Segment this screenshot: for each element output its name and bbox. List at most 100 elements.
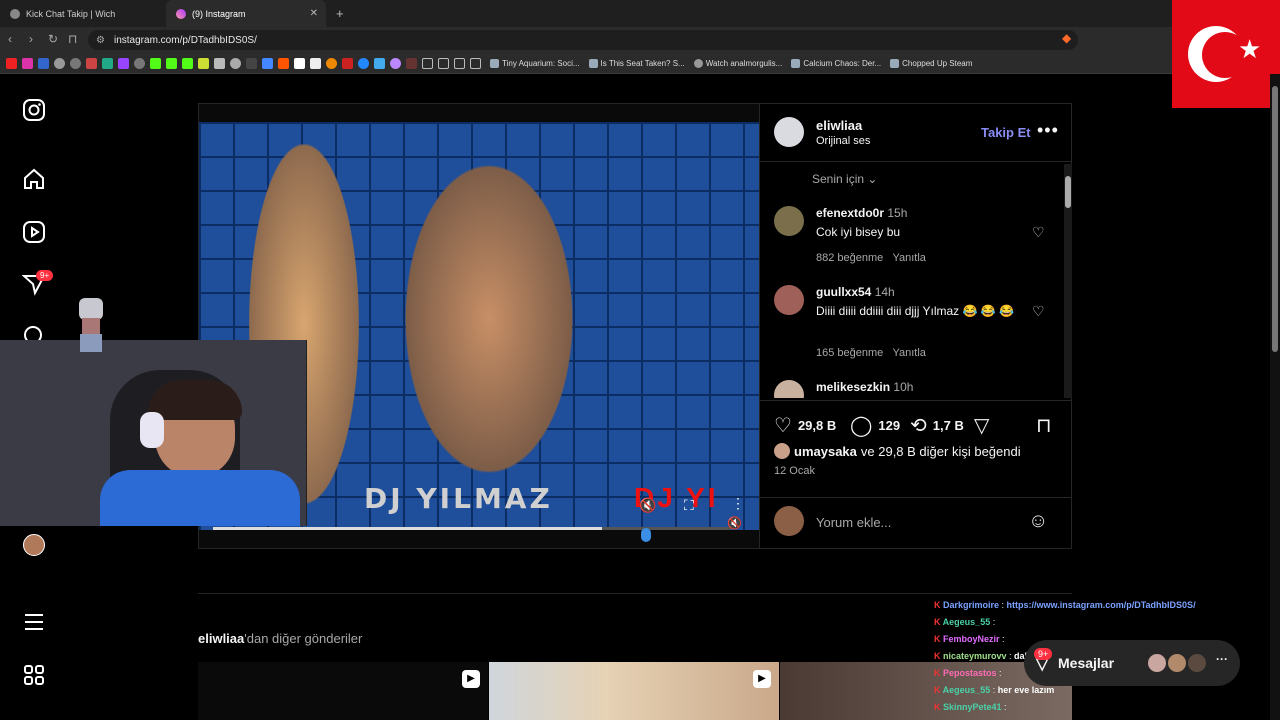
- bookmark-steam-3[interactable]: Calcium Chaos: Der...: [791, 58, 881, 68]
- steam-bookmark-icon[interactable]: [230, 57, 241, 69]
- x-bookmark-icon[interactable]: [246, 57, 257, 69]
- chat-username[interactable]: nicateymurovv: [943, 651, 1007, 661]
- follow-button[interactable]: Takip Et: [981, 125, 1031, 140]
- folder-icon[interactable]: [470, 57, 481, 69]
- extension-bookmark-icon[interactable]: [198, 57, 209, 69]
- post-thumbnail[interactable]: ▶: [198, 662, 488, 720]
- video-progress-handle[interactable]: [641, 528, 651, 542]
- commenter-avatar[interactable]: [774, 206, 804, 236]
- chat-username[interactable]: SkinnyPete41: [943, 702, 1002, 712]
- comment-likes[interactable]: 882 beğenme: [816, 252, 883, 264]
- also-from-meta-icon[interactable]: [22, 663, 46, 687]
- reply-button[interactable]: Yanıtla: [892, 252, 925, 264]
- more-options-icon[interactable]: ⋮: [731, 495, 745, 512]
- kick-dark-bookmark-icon[interactable]: [406, 57, 417, 69]
- browser-tab[interactable]: Kick Chat Takip | Wich: [0, 0, 165, 27]
- instagram-logo-icon[interactable]: [22, 98, 46, 122]
- divider: [198, 593, 1072, 594]
- browser-tab-active[interactable]: (9) Instagram ✕: [166, 0, 326, 27]
- home-icon[interactable]: [22, 167, 46, 191]
- reels-icon[interactable]: [22, 220, 46, 244]
- chat-username[interactable]: FemboyNezir: [943, 634, 1000, 644]
- youtube-bookmark-icon[interactable]: [6, 57, 17, 69]
- close-tab-icon[interactable]: ✕: [310, 8, 318, 19]
- bookmark-steam-4[interactable]: Chopped Up Steam: [890, 58, 972, 68]
- liked-by-user[interactable]: umaysaka: [794, 444, 857, 459]
- back-icon[interactable]: ‹: [8, 32, 12, 46]
- kick-bookmark-icon[interactable]: [182, 57, 193, 69]
- globe-bookmark-icon[interactable]: [54, 57, 65, 69]
- folder-icon[interactable]: [454, 57, 465, 69]
- like-comment-icon[interactable]: ♡: [1032, 224, 1045, 241]
- like-comment-icon[interactable]: ♡: [1032, 303, 1045, 320]
- translate-bookmark-icon[interactable]: [38, 57, 49, 69]
- chat-username[interactable]: Aegeus_55: [943, 617, 991, 627]
- profile-avatar[interactable]: [23, 534, 45, 556]
- liked-by-rest[interactable]: ve 29,8 B diğer kişi beğendi: [861, 444, 1021, 459]
- chat-username[interactable]: Pepostastos: [943, 668, 997, 678]
- bookmark-steam-2[interactable]: Is This Seat Taken? S...: [588, 58, 685, 68]
- globe-bookmark-icon[interactable]: [70, 57, 81, 69]
- save-button[interactable]: ⊓: [1036, 413, 1052, 438]
- kick-bookmark-icon[interactable]: [166, 57, 177, 69]
- messages-button[interactable]: ▽ Mesajlar ···: [1024, 640, 1240, 686]
- forward-icon[interactable]: ›: [29, 32, 33, 46]
- folder-icon[interactable]: [438, 57, 449, 69]
- coin-bookmark-icon[interactable]: [326, 57, 337, 69]
- page-scrollbar-thumb[interactable]: [1272, 86, 1278, 352]
- chat-text[interactable]: https://www.instagram.com/p/DTadhbIDS0S/: [1007, 600, 1196, 610]
- kick-bookmark-icon[interactable]: [150, 57, 161, 69]
- reply-button[interactable]: Yanıtla: [892, 347, 925, 359]
- commenter-avatar[interactable]: [774, 380, 804, 398]
- volume-muted-icon[interactable]: 🔇: [727, 516, 742, 530]
- anchor-bookmark-icon[interactable]: [214, 57, 225, 69]
- new-tab-icon[interactable]: +: [336, 6, 344, 21]
- twitch-bookmark-icon[interactable]: [118, 57, 129, 69]
- reload-icon[interactable]: ↻: [48, 32, 58, 46]
- comment-input[interactable]: Yorum ekle...: [816, 515, 891, 530]
- bookmark-video[interactable]: Watch analmorgulis...: [693, 58, 782, 68]
- author-avatar[interactable]: [774, 117, 804, 147]
- instagram-bookmark-icon[interactable]: [22, 57, 33, 69]
- chat-username[interactable]: Darkgrimoire: [943, 600, 999, 610]
- gmail-bookmark-icon[interactable]: [86, 57, 97, 69]
- menu-icon[interactable]: [22, 610, 46, 634]
- more-options-icon[interactable]: •••: [1037, 120, 1059, 141]
- paribu-bookmark-icon[interactable]: [374, 57, 385, 69]
- discord-bookmark-icon[interactable]: [262, 57, 273, 69]
- reddit-bookmark-icon[interactable]: [278, 57, 289, 69]
- fullscreen-icon[interactable]: ⛶: [684, 497, 694, 514]
- folder-icon[interactable]: [422, 57, 433, 69]
- scrollbar-thumb[interactable]: [1065, 176, 1071, 208]
- emoji-icon[interactable]: ☺: [1028, 510, 1048, 533]
- paypal-bookmark-icon[interactable]: [294, 57, 305, 69]
- bookmark-steam-1[interactable]: Tiny Aquarium: Soci...: [490, 58, 580, 68]
- drive-bookmark-icon[interactable]: [102, 57, 113, 69]
- more-posts-author[interactable]: eliwliaa: [198, 631, 244, 646]
- circle-bookmark-icon[interactable]: [390, 57, 401, 69]
- globe-bookmark-icon[interactable]: [134, 57, 145, 69]
- comment-button[interactable]: ◯ 129: [850, 413, 900, 438]
- comments-scrollbar[interactable]: [1064, 164, 1072, 398]
- post-thumbnail[interactable]: ▶: [489, 662, 779, 720]
- comment-likes[interactable]: 165 beğenme: [816, 347, 883, 359]
- chat-username[interactable]: Aegeus_55: [943, 685, 991, 695]
- video-progress-bar[interactable]: [213, 527, 731, 530]
- author-username[interactable]: eliwliaa: [816, 118, 862, 133]
- red-bookmark-icon[interactable]: [342, 57, 353, 69]
- brave-shield-icon[interactable]: ◆: [1062, 31, 1071, 45]
- mute-icon[interactable]: 🔇: [639, 497, 656, 514]
- url-field[interactable]: ⚙ instagram.com/p/DTadhbIDS0S/: [88, 30, 1078, 50]
- amazon-bookmark-icon[interactable]: [310, 57, 321, 69]
- liker-avatar[interactable]: [774, 443, 790, 459]
- site-info-icon[interactable]: ⚙: [96, 35, 105, 46]
- commenter-avatar[interactable]: [774, 285, 804, 315]
- share-button[interactable]: ▽: [974, 413, 989, 438]
- page-scrollbar[interactable]: [1270, 74, 1280, 720]
- play-bookmark-icon[interactable]: [358, 57, 369, 69]
- bookmark-icon[interactable]: ⊓: [68, 32, 77, 46]
- like-button[interactable]: ♡ 29,8 B: [774, 413, 836, 438]
- comments-sort-dropdown[interactable]: Senin için ⌄: [812, 172, 877, 186]
- audio-label[interactable]: Orijinal ses: [816, 135, 870, 147]
- repost-button[interactable]: ⟲ 1,7 B: [910, 413, 964, 438]
